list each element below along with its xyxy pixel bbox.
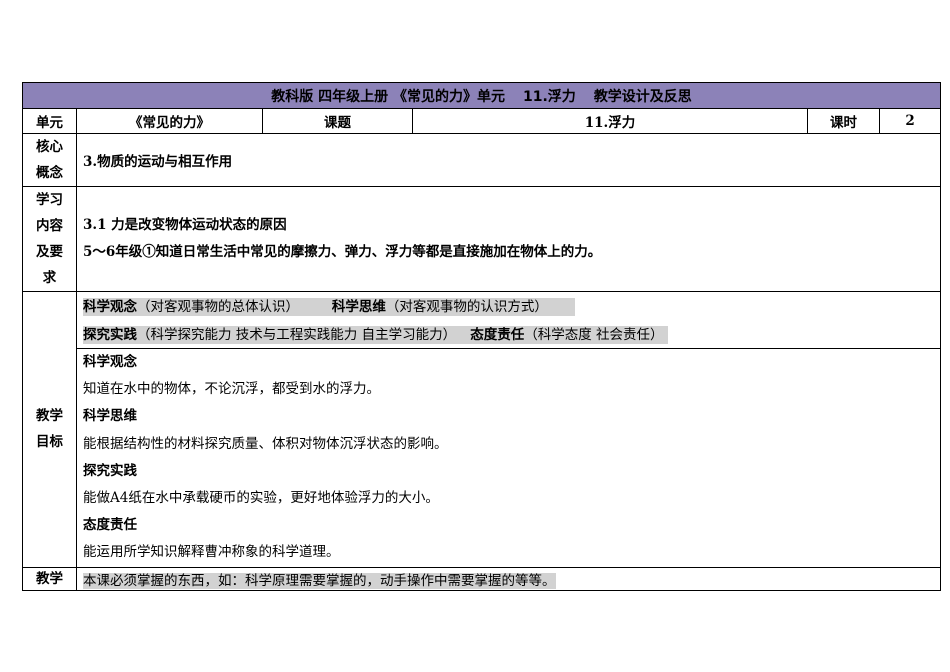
goals-tags: 科学观念（对客观事物的总体认识） 科学思维（对客观事物的认识方式） 探究实践（科… xyxy=(75,291,942,349)
tag-scientific-concept: 科学观念（对客观事物的总体认识） 科学思维（对客观事物的认识方式） xyxy=(83,298,576,316)
goals-detail-row: 科学观念 知道在水中的物体，不论沉浮，都受到水的浮力。 科学思维 能根据结构性的… xyxy=(23,348,942,568)
goals-detail: 科学观念 知道在水中的物体，不论沉浮，都受到水的浮力。 科学思维 能根据结构性的… xyxy=(75,348,942,568)
goal-text-practice: 能做A4纸在水中承载硬币的实验，更好地体验浮力的大小。 xyxy=(83,490,439,507)
core-concept-row: 核心 概念 3.物质的运动与相互作用 xyxy=(22,133,942,187)
title-lesson: 11.浮力 xyxy=(523,88,576,105)
period-value: 2 xyxy=(878,108,942,134)
info-row: 单元 《常见的力》 课题 11.浮力 课时 2 xyxy=(22,108,942,134)
learning-content-value: 3.1 力是改变物体运动状态的原因 5～6年级①知道日常生活中常见的摩擦力、弹力… xyxy=(75,186,942,292)
period-label: 课时 xyxy=(807,108,880,134)
goal-text-thinking: 能根据结构性的材料探究质量、体积对物体沉浮状态的影响。 xyxy=(83,435,448,452)
teaching-goals-label: 教学 目标 xyxy=(22,291,77,568)
title-row: 教科版 四年级上册 《常见的力》单元 11.浮力 教学设计及反思 xyxy=(21,82,942,109)
goal-heading-thinking: 科学思维 xyxy=(83,408,137,425)
core-concept-value: 3.物质的运动与相互作用 xyxy=(75,133,942,187)
teaching-key-text: 本课必须掌握的东西，如：科学原理需要掌握的，动手操作中需要掌握的等等。 xyxy=(83,572,556,589)
goal-heading-concept: 科学观念 xyxy=(83,354,137,370)
learning-content-row: 学习 内容 及要 求 3.1 力是改变物体运动状态的原因 5～6年级①知道日常生… xyxy=(22,186,942,292)
learning-content-label: 学习 内容 及要 求 xyxy=(22,186,77,292)
topic-label: 课题 xyxy=(262,108,413,134)
goals-tags-row: 教学 目标 科学观念（对客观事物的总体认识） 科学思维（对客观事物的认识方式） … xyxy=(22,291,942,568)
unit-value: 《常见的力》 xyxy=(76,108,263,134)
tag-inquiry-practice: 探究实践（科学探究能力 技术与工程实践能力 自主学习能力） 态度责任（科学态度 … xyxy=(83,326,668,344)
goal-heading-attitude: 态度责任 xyxy=(83,517,137,534)
teaching-key-row: 教学 本课必须掌握的东西，如：科学原理需要掌握的，动手操作中需要掌握的等等。 xyxy=(22,566,942,591)
title-suffix: 教学设计及反思 xyxy=(593,88,692,105)
core-concept-label: 核心 概念 xyxy=(22,133,77,187)
teaching-key-label: 教学 xyxy=(22,566,77,591)
title-series: 教科版 四年级上册 《常见的力》单元 xyxy=(271,88,505,105)
goal-heading-practice: 探究实践 xyxy=(83,462,137,479)
goal-text-attitude: 能运用所学知识解释曹冲称象的科学道理。 xyxy=(83,544,340,561)
document-title: 教科版 四年级上册 《常见的力》单元 11.浮力 教学设计及反思 xyxy=(21,82,942,109)
learning-line-2: 5～6年级①知道日常生活中常见的摩擦力、弹力、浮力等都是直接施加在物体上的力。 xyxy=(83,244,602,260)
learning-line-1: 3.1 力是改变物体运动状态的原因 xyxy=(83,217,287,233)
goal-text-concept: 知道在水中的物体，不论沉浮，都受到水的浮力。 xyxy=(83,381,380,398)
unit-label: 单元 xyxy=(22,108,77,134)
lesson-plan-table: 教科版 四年级上册 《常见的力》单元 11.浮力 教学设计及反思 单元 《常见的力》… xyxy=(21,82,942,591)
topic-value: 11.浮力 xyxy=(412,108,808,134)
